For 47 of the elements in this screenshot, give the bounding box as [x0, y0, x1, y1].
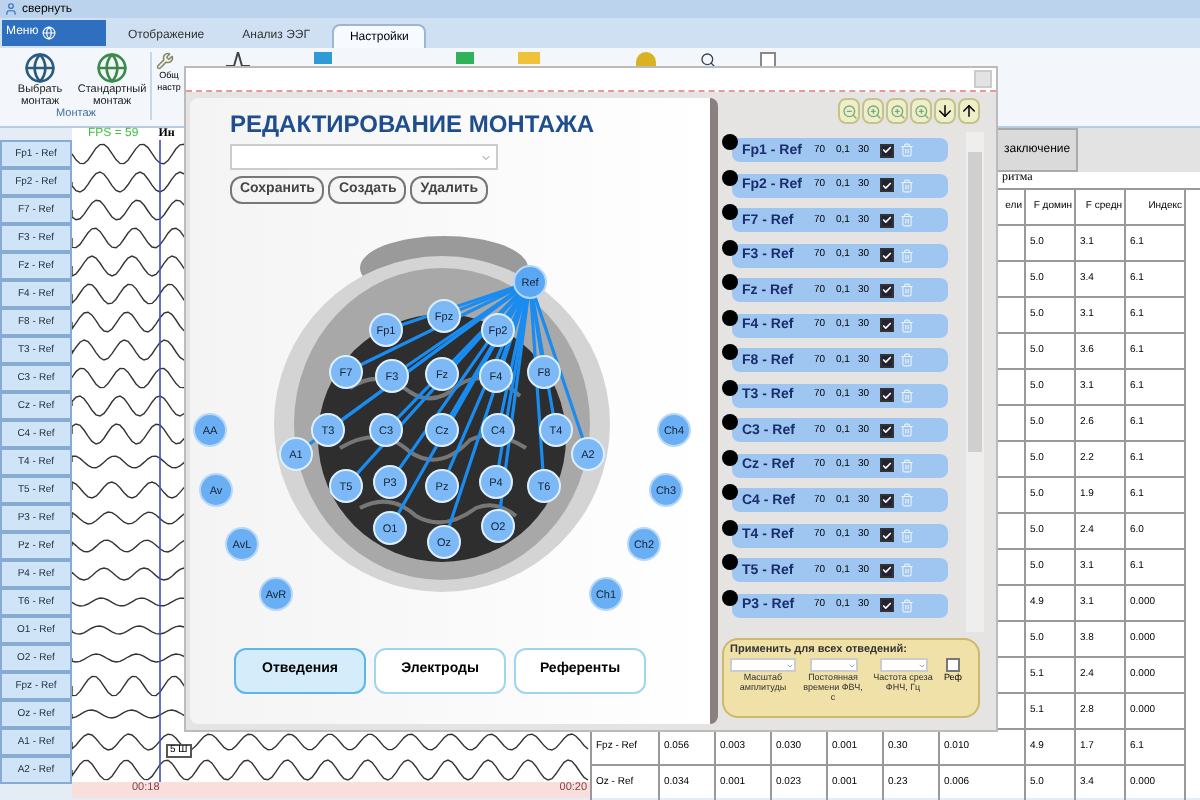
globe-icon [24, 52, 56, 84]
zoom-in-icon [889, 103, 905, 119]
zoom-in-icon [913, 103, 929, 119]
check-icon [882, 529, 892, 541]
check-icon [882, 494, 892, 506]
wave-icon[interactable] [226, 52, 250, 68]
check-icon [882, 179, 892, 191]
checkbox[interactable] [880, 248, 894, 262]
checkbox[interactable] [880, 598, 894, 612]
checkbox[interactable] [946, 658, 960, 672]
checkbox[interactable] [880, 283, 894, 297]
dialog-title: РЕДАКТИРОВАНИЕ МОНТАЖА [230, 112, 597, 138]
check-icon [882, 354, 892, 366]
globe-icon [96, 52, 128, 84]
check-icon [882, 144, 892, 156]
zoom-in-icon [865, 103, 881, 119]
checkbox[interactable] [880, 213, 894, 227]
zoom-out-icon [841, 103, 857, 119]
move-down-button[interactable] [934, 98, 956, 124]
search-icon[interactable] [700, 52, 716, 68]
wrench-icon [156, 52, 174, 70]
check-icon [882, 389, 892, 401]
check-icon [882, 319, 892, 331]
checkbox[interactable] [880, 318, 894, 332]
move-up-button[interactable] [958, 98, 980, 124]
check-icon [882, 599, 892, 611]
arrow-down-icon [936, 102, 954, 120]
globe-icon [42, 26, 57, 40]
check-icon [882, 564, 892, 576]
checkbox[interactable] [880, 353, 894, 367]
checkbox[interactable] [880, 143, 894, 157]
arrow-up-icon [960, 102, 978, 120]
check-icon [882, 459, 892, 471]
checkbox[interactable] [880, 458, 894, 472]
scrollbar[interactable] [966, 132, 984, 632]
check-icon [882, 424, 892, 436]
checkbox[interactable] [880, 178, 894, 192]
checkbox[interactable] [880, 423, 894, 437]
checkbox[interactable] [880, 388, 894, 402]
chevron-icon [480, 151, 492, 163]
check-icon [882, 249, 892, 261]
checkbox[interactable] [880, 493, 894, 507]
checkbox[interactable] [880, 528, 894, 542]
person-icon [4, 2, 18, 16]
checkbox[interactable] [880, 563, 894, 577]
check-icon [882, 214, 892, 226]
check-icon [882, 284, 892, 296]
